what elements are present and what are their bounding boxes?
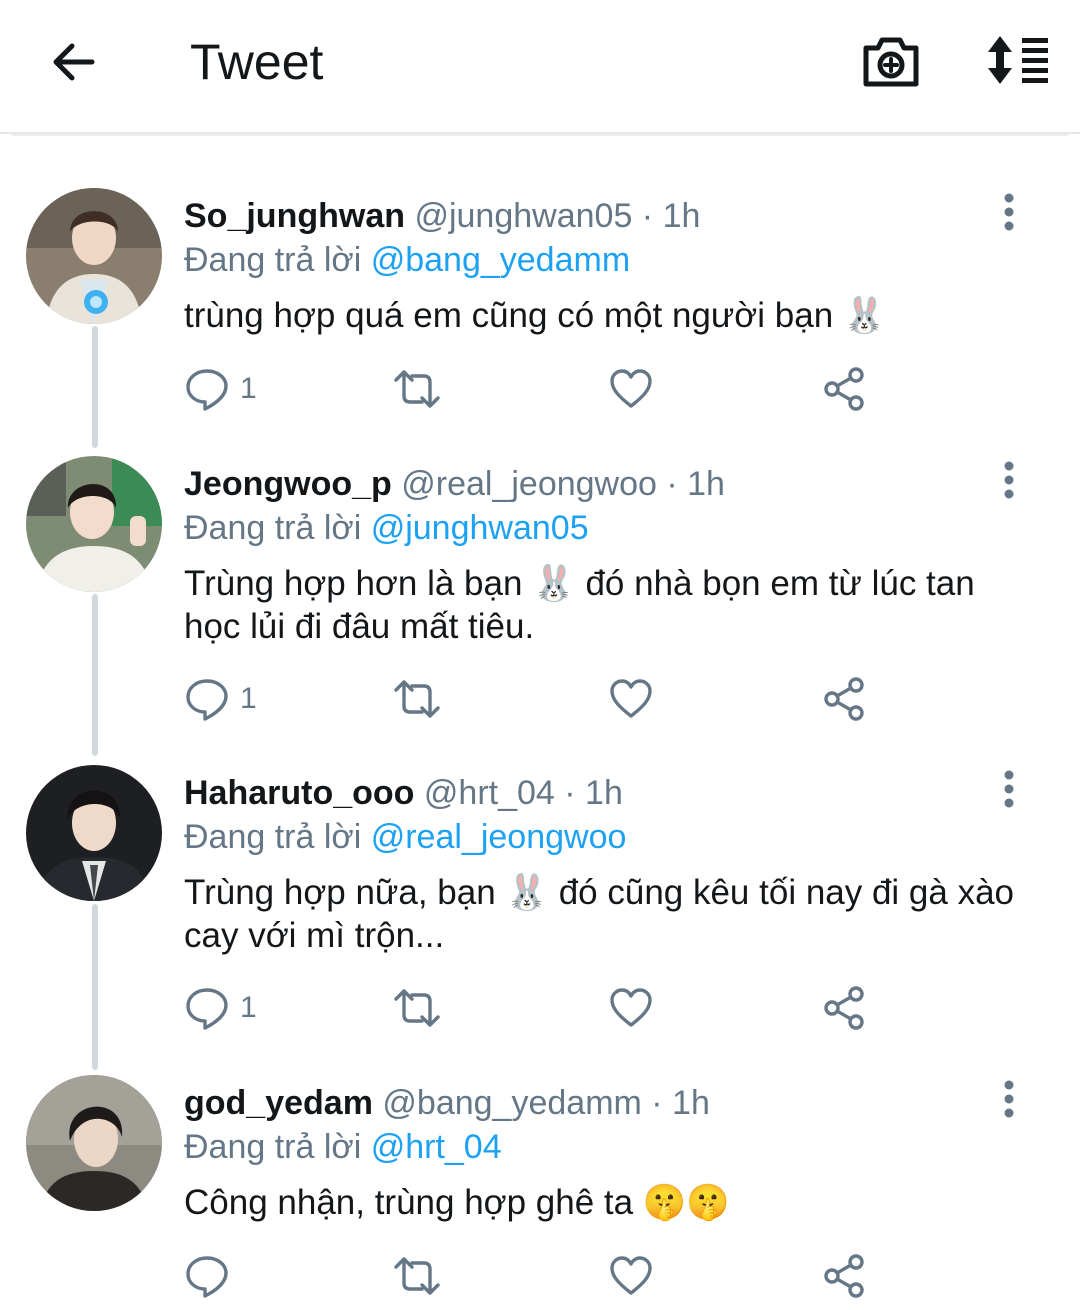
share-icon xyxy=(824,986,864,1030)
avatar[interactable] xyxy=(26,456,162,592)
mention-link[interactable]: @bang_yedamm xyxy=(371,241,630,279)
tweet[interactable]: god_yedam @bang_yedamm · 1h Đang trả lời… xyxy=(0,1075,1080,1310)
more-vertical-icon[interactable] xyxy=(990,460,1028,500)
tweet-actions: 1 xyxy=(184,983,904,1033)
tweet-text: Trùng hợp hơn là bạn 🐰 đó nhà bọn em từ … xyxy=(184,564,975,646)
tweet-header: Jeongwoo_p @real_jeongwoo · 1h xyxy=(184,462,725,506)
tweet[interactable]: Haharuto_ooo @hrt_04 · 1h Đang trả lời @… xyxy=(0,765,1080,1035)
replying-to: Đang trả lời @bang_yedamm xyxy=(184,238,630,282)
display-name[interactable]: god_yedam xyxy=(184,1084,373,1122)
like-button[interactable] xyxy=(608,364,654,414)
replying-to: Đang trả lời @junghwan05 xyxy=(184,506,589,550)
tweet-text: trùng hợp quá em cũng có một người bạn 🐰 xyxy=(184,296,887,335)
handle-time: @real_jeongwoo · 1h xyxy=(401,465,725,503)
reply-icon xyxy=(186,988,228,1030)
heart-icon xyxy=(610,679,652,718)
more-vertical-icon[interactable] xyxy=(990,1079,1028,1119)
retweet-icon xyxy=(394,370,440,408)
retweet-button[interactable] xyxy=(392,364,442,414)
tweet-actions: 1 xyxy=(184,674,904,724)
handle-time: @junghwan05 · 1h xyxy=(414,197,701,235)
avatar[interactable] xyxy=(26,188,162,324)
reply-icon xyxy=(186,1256,228,1298)
reply-button[interactable]: 1 xyxy=(184,364,257,414)
replying-to-label: Đang trả lời xyxy=(184,241,371,279)
share-button[interactable] xyxy=(822,364,868,414)
reply-count: 1 xyxy=(240,372,257,405)
handle-time: @bang_yedamm · 1h xyxy=(382,1084,710,1122)
handle-time: @hrt_04 · 1h xyxy=(423,774,623,812)
tweet[interactable]: Jeongwoo_p @real_jeongwoo · 1h Đang trả … xyxy=(0,456,1080,726)
like-button[interactable] xyxy=(608,983,654,1033)
share-button[interactable] xyxy=(822,1251,868,1301)
mention-link[interactable]: @hrt_04 xyxy=(371,1128,502,1166)
heart-icon xyxy=(610,369,652,408)
retweet-icon xyxy=(394,680,440,718)
arrow-left-icon[interactable] xyxy=(46,34,102,90)
share-button[interactable] xyxy=(822,674,868,724)
replying-to: Đang trả lời @real_jeongwoo xyxy=(184,815,626,859)
retweet-icon xyxy=(394,989,440,1027)
tweet[interactable]: So_junghwan @junghwan05 · 1h Đang trả lờ… xyxy=(0,188,1080,428)
replying-to-label: Đang trả lời xyxy=(184,818,371,856)
top-app-bar: Tweet xyxy=(0,0,1080,134)
display-name[interactable]: Jeongwoo_p xyxy=(184,465,392,503)
retweet-button[interactable] xyxy=(392,1251,442,1301)
tweet-actions: 1 xyxy=(184,364,904,414)
camera-add-icon[interactable] xyxy=(860,32,922,90)
display-name[interactable]: Haharuto_ooo xyxy=(184,774,414,812)
reply-count: 1 xyxy=(240,682,257,715)
share-button[interactable] xyxy=(822,983,868,1033)
reply-icon xyxy=(186,679,228,721)
display-name[interactable]: So_junghwan xyxy=(184,197,405,235)
tweet-text: Công nhận, trùng hợp ghê ta 🤫🤫 xyxy=(184,1183,731,1222)
retweet-icon xyxy=(394,1257,440,1295)
heart-icon xyxy=(610,1256,652,1295)
tweet-header: So_junghwan @junghwan05 · 1h xyxy=(184,194,700,238)
replying-to-label: Đang trả lời xyxy=(184,509,371,547)
retweet-button[interactable] xyxy=(392,674,442,724)
share-icon xyxy=(824,367,864,411)
replying-to-label: Đang trả lời xyxy=(184,1128,371,1166)
avatar[interactable] xyxy=(26,1075,162,1211)
page-title: Tweet xyxy=(190,34,324,90)
share-icon xyxy=(824,677,864,721)
tweet-text: Trùng hợp nữa, bạn 🐰 đó cũng kêu tối nay… xyxy=(184,873,1015,955)
share-icon xyxy=(824,1254,864,1298)
reply-count: 1 xyxy=(240,991,257,1024)
more-vertical-icon[interactable] xyxy=(990,769,1028,809)
avatar[interactable] xyxy=(26,765,162,901)
sort-icon[interactable] xyxy=(982,34,1052,86)
reply-button[interactable]: 1 xyxy=(184,674,257,724)
reply-button[interactable]: 1 xyxy=(184,983,257,1033)
replying-to: Đang trả lời @hrt_04 xyxy=(184,1125,502,1169)
more-vertical-icon[interactable] xyxy=(990,192,1028,232)
heart-icon xyxy=(610,988,652,1027)
reply-button[interactable] xyxy=(184,1251,240,1301)
tweet-header: god_yedam @bang_yedamm · 1h xyxy=(184,1081,710,1125)
tweet-actions xyxy=(184,1251,904,1301)
reply-icon xyxy=(186,369,228,411)
like-button[interactable] xyxy=(608,1251,654,1301)
like-button[interactable] xyxy=(608,674,654,724)
retweet-button[interactable] xyxy=(392,983,442,1033)
mention-link[interactable]: @real_jeongwoo xyxy=(371,818,627,856)
tweet-header: Haharuto_ooo @hrt_04 · 1h xyxy=(184,771,623,815)
mention-link[interactable]: @junghwan05 xyxy=(371,509,589,547)
